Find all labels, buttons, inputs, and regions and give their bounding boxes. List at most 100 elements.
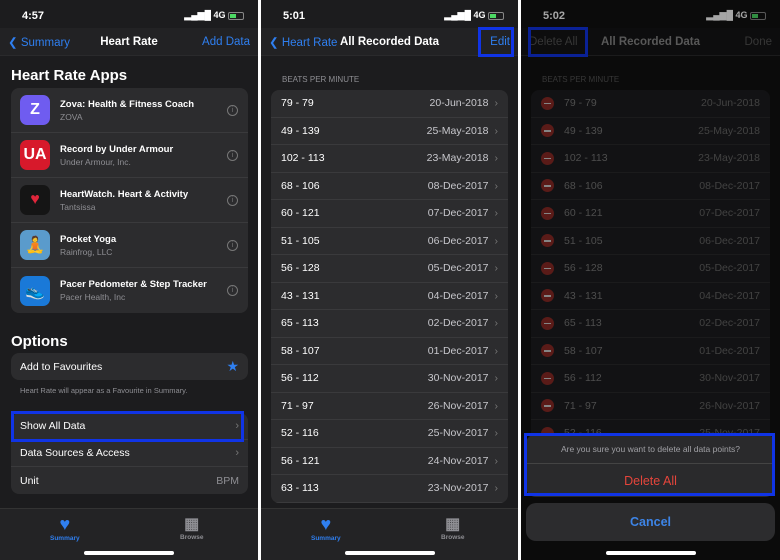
chevron-right-icon: ›: [494, 372, 499, 385]
record-date: 24-Nov-2017: [427, 454, 489, 467]
bpm-range: 102 - 113: [281, 152, 325, 165]
highlight-box: [524, 433, 775, 496]
tab-summary[interactable]: ♥ Summary: [50, 514, 80, 542]
record-date: 23-May-2018: [426, 152, 489, 165]
app-item[interactable]: Z Zova: Health & Fitness Coach ZOVA i: [11, 88, 248, 133]
app-icon: UA: [20, 140, 50, 170]
app-developer: Tantsissa: [60, 201, 96, 212]
info-icon[interactable]: i: [227, 194, 238, 206]
app-item[interactable]: 🧘 Pocket Yoga Rainfrog, LLC i: [11, 223, 248, 268]
chevron-right-icon: ›: [494, 97, 499, 110]
bpm-range: 68 - 106: [281, 179, 320, 192]
back-button[interactable]: ❮ Heart Rate: [269, 35, 337, 49]
app-developer: Rainfrog, LLC: [60, 246, 113, 257]
record-row[interactable]: 58 - 107 01-Dec-2017 ›: [271, 338, 508, 365]
record-date: 20-Jun-2018: [429, 97, 489, 110]
app-name: Zova: Health & Fitness Coach: [60, 98, 195, 110]
record-row[interactable]: 43 - 131 04-Dec-2017 ›: [271, 283, 508, 310]
heart-rate-screen: 4:57 ▂▄▆█ 4G ❮ Summary Heart Rate Add Dat…: [0, 0, 258, 560]
record-row[interactable]: 65 - 113 02-Dec-2017 ›: [271, 310, 508, 338]
cancel-button[interactable]: Cancel: [526, 503, 775, 541]
favourite-note: Heart Rate will appear as a Favourite in…: [20, 386, 188, 395]
chevron-right-icon: ›: [494, 124, 499, 137]
section-header: BEATS PER MINUTE: [282, 75, 360, 84]
app-developer: Under Armour, Inc.: [60, 156, 131, 167]
info-icon[interactable]: i: [227, 104, 238, 116]
apps-list: Z Zova: Health & Fitness Coach ZOVA i UA …: [11, 88, 248, 313]
tab-browse[interactable]: ▦ Browse: [180, 514, 203, 541]
back-button[interactable]: ❮ Summary: [8, 35, 70, 49]
app-icon: 👟: [20, 275, 50, 306]
bpm-range: 63 - 113: [281, 482, 319, 495]
record-row[interactable]: 56 - 128 05-Dec-2017 ›: [271, 255, 508, 283]
app-icon: Z: [20, 95, 50, 125]
app-developer: ZOVA: [60, 111, 83, 122]
record-row[interactable]: 52 - 116 25-Nov-2017 ›: [271, 420, 508, 448]
record-row[interactable]: 71 - 97 26-Nov-2017 ›: [271, 393, 508, 420]
chevron-right-icon: ›: [494, 262, 499, 275]
record-row[interactable]: 56 - 112 30-Nov-2017 ›: [271, 365, 508, 393]
record-row[interactable]: 63 - 113 23-Nov-2017 ›: [271, 475, 508, 503]
record-date: 25-Nov-2017: [427, 427, 489, 440]
record-row[interactable]: 49 - 139 25-May-2018 ›: [271, 118, 508, 145]
battery-icon: [228, 11, 244, 20]
record-row[interactable]: 60 - 121 07-Dec-2017 ›: [271, 200, 508, 228]
bpm-range: 56 - 112: [281, 372, 319, 385]
app-item[interactable]: 👟 Pacer Pedometer & Step Tracker Pacer He…: [11, 268, 248, 313]
record-date: 01-Dec-2017: [427, 344, 489, 357]
chevron-right-icon: ›: [235, 447, 239, 459]
info-icon[interactable]: i: [227, 239, 238, 251]
bpm-range: 52 - 116: [281, 427, 319, 440]
info-icon[interactable]: i: [227, 149, 238, 161]
options-heading: Options: [11, 333, 68, 350]
star-icon[interactable]: ★: [226, 358, 239, 375]
info-icon[interactable]: i: [227, 285, 238, 296]
bpm-range: 65 - 113: [281, 317, 319, 330]
bpm-range: 56 - 121: [281, 454, 320, 467]
bpm-range: 56 - 128: [281, 262, 320, 275]
status-bar: 4:57 ▂▄▆█ 4G: [22, 10, 244, 22]
record-date: 06-Dec-2017: [427, 234, 489, 247]
app-icon: 🧘: [20, 230, 50, 260]
bpm-range: 49 - 139: [281, 124, 320, 137]
data-sources-access[interactable]: Data Sources & Access ›: [11, 440, 248, 467]
record-date: 23-Nov-2017: [427, 482, 489, 495]
chevron-right-icon: ›: [494, 399, 499, 412]
bpm-range: 58 - 107: [281, 344, 320, 357]
grid-icon: ▦: [445, 516, 461, 533]
home-indicator: [344, 551, 435, 555]
app-name: Record by Under Armour: [60, 143, 174, 155]
chevron-right-icon: ›: [494, 289, 499, 302]
clock: 4:57: [22, 10, 45, 22]
add-to-favourites[interactable]: Add to Favourites ★: [11, 353, 248, 380]
tab-bar: ♥ Summary ▦ Browse: [0, 508, 258, 560]
status-bar: 5:01 ▂▄▆█ 4G: [283, 10, 504, 22]
chevron-right-icon: ›: [494, 427, 499, 440]
tab-summary[interactable]: ♥ Summary: [311, 514, 341, 542]
record-row[interactable]: 102 - 113 23-May-2018 ›: [271, 145, 508, 173]
chevron-right-icon: ›: [494, 234, 499, 247]
chevron-right-icon: ›: [494, 454, 499, 467]
highlight-box: [478, 27, 514, 57]
record-row[interactable]: 79 - 79 20-Jun-2018 ›: [271, 90, 508, 118]
page-title: All Recorded Data: [339, 35, 440, 48]
record-date: 08-Dec-2017: [427, 179, 489, 192]
tab-browse[interactable]: ▦ Browse: [441, 514, 464, 541]
record-row[interactable]: 56 - 121 24-Nov-2017 ›: [271, 448, 508, 475]
chevron-right-icon: ›: [494, 207, 499, 220]
heart-icon: ♥: [59, 514, 71, 534]
record-row[interactable]: 68 - 106 08-Dec-2017 ›: [271, 173, 508, 200]
app-icon: ♥: [20, 185, 50, 215]
app-item[interactable]: UA Record by Under Armour Under Armour, I…: [11, 133, 248, 178]
app-item[interactable]: ♥ HeartWatch. Heart & Activity Tantsissa …: [11, 178, 248, 223]
grid-icon: ▦: [184, 516, 200, 533]
chevron-right-icon: ›: [494, 344, 499, 357]
add-data-button[interactable]: Add Data: [202, 36, 250, 48]
record-date: 25-May-2018: [426, 124, 489, 137]
record-date: 30-Nov-2017: [427, 372, 489, 385]
chevron-right-icon: ›: [494, 482, 499, 495]
record-row[interactable]: 51 - 105 06-Dec-2017 ›: [271, 228, 508, 255]
unit-row[interactable]: Unit BPM: [11, 467, 248, 494]
home-indicator: [605, 551, 696, 555]
record-date: 04-Dec-2017: [427, 289, 489, 302]
